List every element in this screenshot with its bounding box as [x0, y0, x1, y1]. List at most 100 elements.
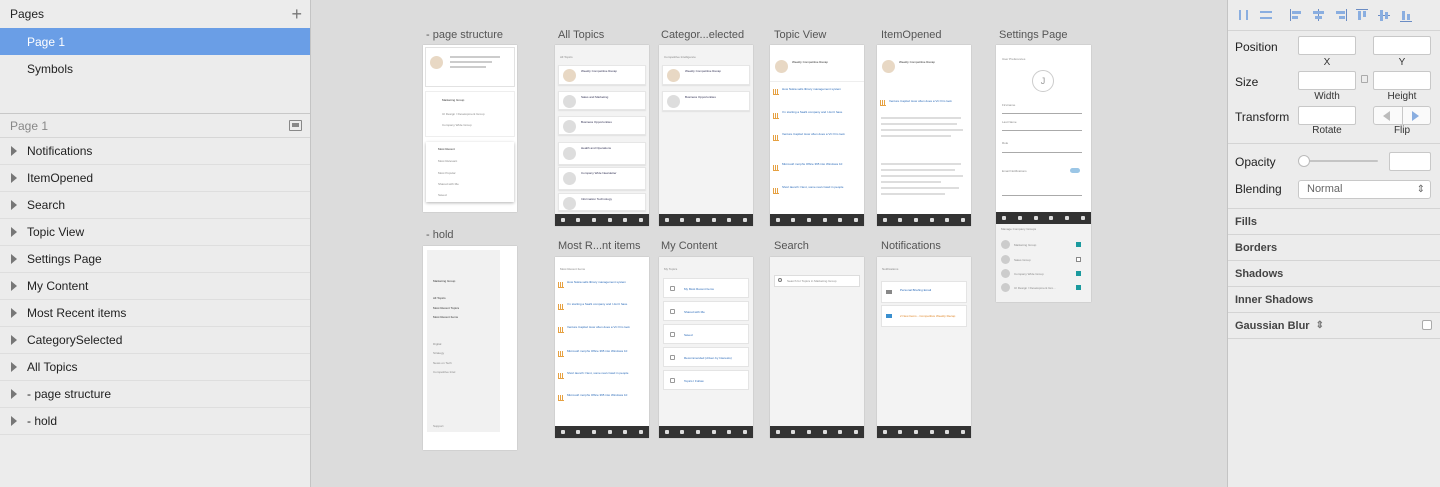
- more-icon[interactable]: [854, 430, 859, 434]
- filter-item[interactable]: Saved: [438, 193, 447, 197]
- artboard-notifications[interactable]: Notifications Personal Briefing Email 2 …: [877, 257, 971, 438]
- disclosure-triangle-icon[interactable]: [11, 173, 17, 183]
- drawer-category[interactable]: Competitive Intel: [433, 370, 455, 374]
- artboard-title-notifications[interactable]: Notifications: [881, 240, 941, 252]
- content-link-row[interactable]: Recommended (driven by Interests): [663, 347, 749, 367]
- topic-card[interactable]: Information Technology: [558, 193, 646, 211]
- section-borders[interactable]: Borders: [1228, 234, 1440, 260]
- flip-horizontal-icon[interactable]: [1383, 111, 1390, 121]
- section-inner-shadows[interactable]: Inner Shadows: [1228, 286, 1440, 312]
- artboard-search[interactable]: Search for Topics in Marketing Group: [770, 257, 864, 438]
- menu-icon[interactable]: [560, 218, 565, 222]
- align-center-horizontal-icon[interactable]: [1310, 8, 1332, 22]
- blending-select[interactable]: Normal ⇕: [1298, 180, 1431, 199]
- artboard-item-opened[interactable]: Weekly Competitive Recap Venture Capital…: [877, 45, 971, 226]
- menu-icon[interactable]: [882, 218, 887, 222]
- artboard-title-settings[interactable]: Settings Page: [999, 29, 1068, 41]
- more-icon[interactable]: [743, 218, 748, 222]
- drawer-category[interactable]: Digital: [433, 342, 441, 346]
- artboard-title-my-content[interactable]: My Content: [661, 240, 717, 252]
- content-link-row[interactable]: Topics I Follow: [663, 370, 749, 390]
- menu-icon[interactable]: [664, 430, 669, 434]
- distribute-vertical-icon[interactable]: [1258, 8, 1280, 22]
- position-y-input[interactable]: [1373, 36, 1431, 55]
- bell-icon[interactable]: [807, 218, 812, 222]
- role-field[interactable]: [1002, 152, 1082, 153]
- menu-icon[interactable]: [664, 218, 669, 222]
- more-icon[interactable]: [639, 430, 644, 434]
- artboard-all-topics[interactable]: All Topics Weekly Competitive Recap Sale…: [555, 45, 649, 226]
- notifications-toggle[interactable]: [1070, 168, 1080, 173]
- disclosure-triangle-icon[interactable]: [11, 281, 17, 291]
- artboard-title-search[interactable]: Search: [774, 240, 809, 252]
- bell-icon[interactable]: [592, 218, 597, 222]
- checkbox-unchecked-icon[interactable]: [1076, 257, 1081, 262]
- search-icon[interactable]: [1065, 216, 1070, 220]
- artboard-title-topic-view[interactable]: Topic View: [774, 29, 826, 41]
- person-icon[interactable]: [898, 218, 903, 222]
- content-link-row[interactable]: Saved: [663, 324, 749, 344]
- bell-icon[interactable]: [914, 218, 919, 222]
- item-link[interactable]: Microsoft morphs Office 365 into Windows…: [567, 393, 627, 397]
- content-link-row[interactable]: Shared with Me: [663, 301, 749, 321]
- artboard-title-hold[interactable]: - hold: [426, 229, 454, 241]
- plus-icon[interactable]: +: [291, 5, 302, 23]
- topic-card[interactable]: Sales and Marketing: [558, 91, 646, 110]
- item-link[interactable]: Microsoft morphs Office 365 into Windows…: [567, 349, 627, 353]
- opacity-slider-handle[interactable]: [1298, 155, 1310, 167]
- disclosure-triangle-icon[interactable]: [11, 416, 17, 426]
- layer-my-content[interactable]: My Content: [0, 273, 310, 300]
- lock-icon[interactable]: [1361, 75, 1368, 83]
- drawer-link[interactable]: Most Recent Items: [433, 315, 458, 319]
- chart-icon[interactable]: [929, 430, 934, 434]
- artboard-settings-page[interactable]: User Preferences J Firstname Last Name R…: [996, 45, 1091, 302]
- person-icon[interactable]: [576, 218, 581, 222]
- menu-icon[interactable]: [775, 218, 780, 222]
- disclosure-triangle-icon[interactable]: [11, 200, 17, 210]
- menu-icon[interactable]: [560, 430, 565, 434]
- artboard-topic-view[interactable]: Weekly Competitive Recap How Nokia sells…: [770, 45, 864, 226]
- rotate-input[interactable]: [1298, 106, 1356, 125]
- align-bottom-icon[interactable]: [1398, 8, 1420, 22]
- search-icon[interactable]: [727, 430, 732, 434]
- search-icon[interactable]: [838, 218, 843, 222]
- artboard-title-page-structure[interactable]: - page structure: [426, 29, 503, 41]
- notification-card[interactable]: Personal Briefing Email: [881, 281, 967, 303]
- item-link[interactable]: I'm starting a SaaS company and I don't …: [782, 110, 842, 114]
- more-icon[interactable]: [743, 430, 748, 434]
- collapse-artboards-icon[interactable]: [289, 120, 302, 131]
- more-icon[interactable]: [1081, 216, 1086, 220]
- item-link[interactable]: I'm starting a SaaS company and I don't …: [567, 302, 627, 306]
- chart-icon[interactable]: [607, 430, 612, 434]
- align-left-icon[interactable]: [1288, 8, 1310, 22]
- flip-vertical-icon[interactable]: [1412, 111, 1419, 121]
- checkbox-checked-icon[interactable]: [1076, 242, 1081, 247]
- search-icon[interactable]: [623, 218, 628, 222]
- item-link[interactable]: How Nokia sells library management syste…: [567, 280, 626, 284]
- topic-card[interactable]: Health and Operations: [558, 142, 646, 165]
- chart-icon[interactable]: [822, 430, 827, 434]
- item-link[interactable]: How Nokia sells library management syste…: [782, 87, 841, 91]
- disclosure-triangle-icon[interactable]: [11, 146, 17, 156]
- artboard-most-recent-items[interactable]: Most Recent Items How Nokia sells librar…: [555, 257, 649, 438]
- item-link[interactable]: Venture Capital: How often does a VC fir…: [889, 99, 952, 103]
- search-icon[interactable]: [945, 430, 950, 434]
- menu-item[interactable]: Company Wide Group: [442, 123, 472, 127]
- lastname-field[interactable]: [1002, 130, 1082, 131]
- drawer-category[interactable]: Strategy: [433, 351, 444, 355]
- more-icon[interactable]: [639, 218, 644, 222]
- layer-notifications[interactable]: Notifications: [0, 138, 310, 165]
- filter-item[interactable]: Most Popular: [438, 171, 456, 175]
- section-fills[interactable]: Fills: [1228, 208, 1440, 234]
- bell-icon[interactable]: [696, 430, 701, 434]
- artboard-page-structure[interactable]: Marketing Group UI Design / Development …: [423, 45, 517, 212]
- artboard-title-item-opened[interactable]: ItemOpened: [881, 29, 942, 41]
- topic-card[interactable]: Company Wide Newsletter: [558, 167, 646, 190]
- person-icon[interactable]: [680, 218, 685, 222]
- firstname-field[interactable]: [1002, 113, 1082, 114]
- artboard-title-category[interactable]: Categor...elected: [661, 29, 744, 41]
- bell-icon[interactable]: [1033, 216, 1038, 220]
- drawer-link[interactable]: Most Recent Topics: [433, 306, 459, 310]
- search-icon[interactable]: [623, 430, 628, 434]
- person-icon[interactable]: [576, 430, 581, 434]
